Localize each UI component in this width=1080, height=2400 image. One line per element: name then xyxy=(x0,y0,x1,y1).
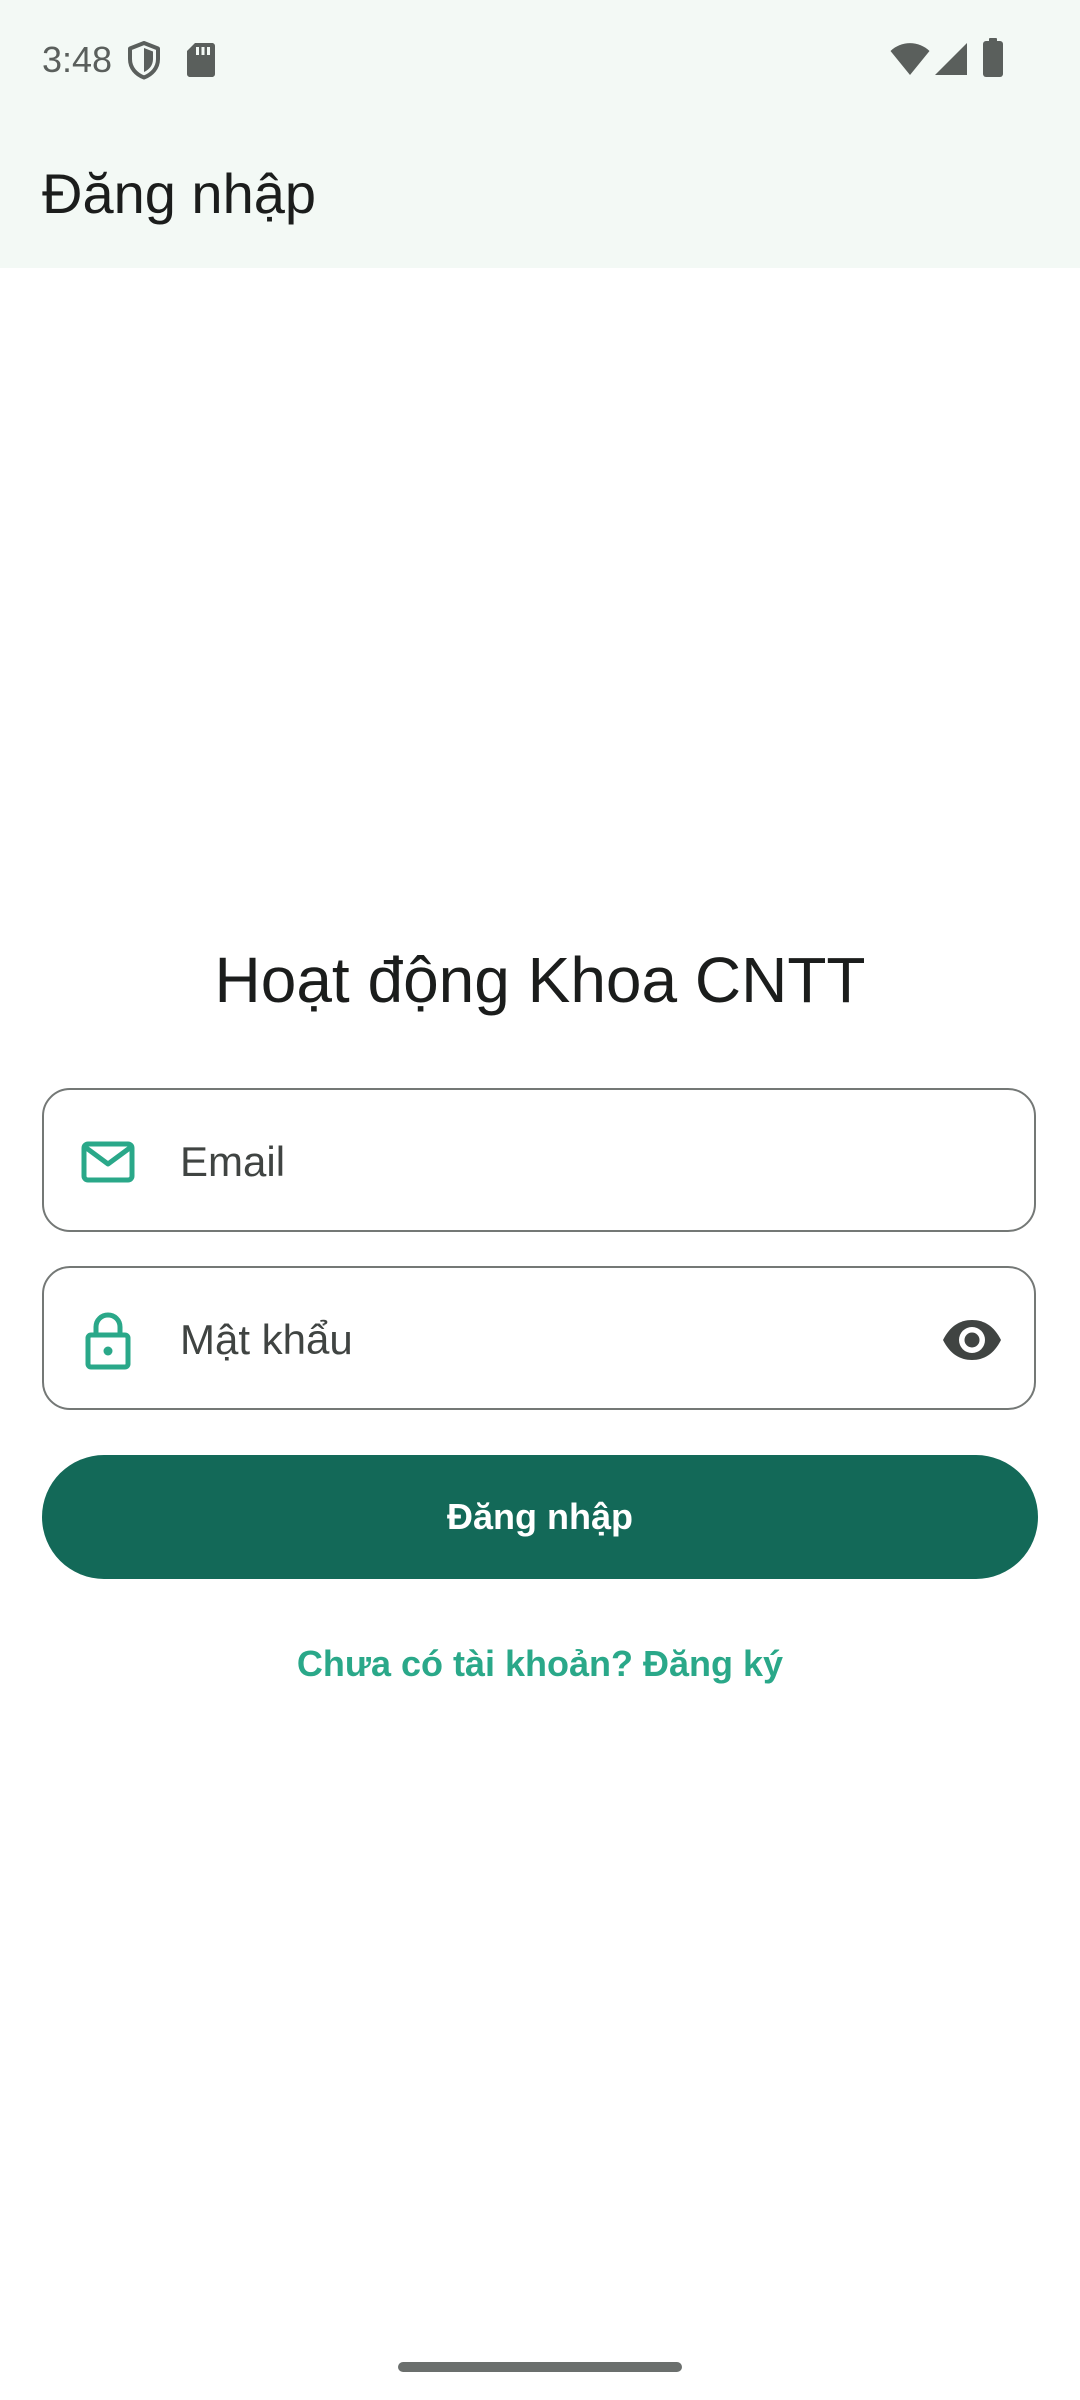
login-button[interactable]: Đăng nhập xyxy=(42,1455,1038,1579)
sd-card-icon xyxy=(187,43,215,77)
cellular-signal-icon xyxy=(935,43,967,75)
wifi-icon xyxy=(890,43,930,75)
email-field[interactable]: Email xyxy=(42,1088,1036,1232)
mail-icon xyxy=(81,1141,135,1183)
home-indicator[interactable] xyxy=(398,2362,682,2372)
app-bar: Đăng nhập xyxy=(0,120,1080,268)
lock-icon xyxy=(85,1312,131,1370)
status-bar: 3:48 xyxy=(0,0,1080,120)
battery-icon xyxy=(983,38,1003,77)
visibility-icon[interactable] xyxy=(940,1310,1004,1370)
email-placeholder: Email xyxy=(180,1138,286,1185)
register-link[interactable]: Chưa có tài khoản? Đăng ký xyxy=(0,1640,1080,1688)
password-placeholder: Mật khẩu xyxy=(180,1316,353,1363)
page-title: Đăng nhập xyxy=(42,162,317,225)
status-time: 3:48 xyxy=(42,39,113,80)
login-screen: 3:48 Đăng nhập Hoạt động Khoa CNTT Email… xyxy=(0,0,1080,2400)
app-headline: Hoạt động Khoa CNTT xyxy=(214,944,866,1016)
password-field[interactable]: Mật khẩu xyxy=(42,1266,1036,1410)
shield-icon xyxy=(128,41,160,80)
